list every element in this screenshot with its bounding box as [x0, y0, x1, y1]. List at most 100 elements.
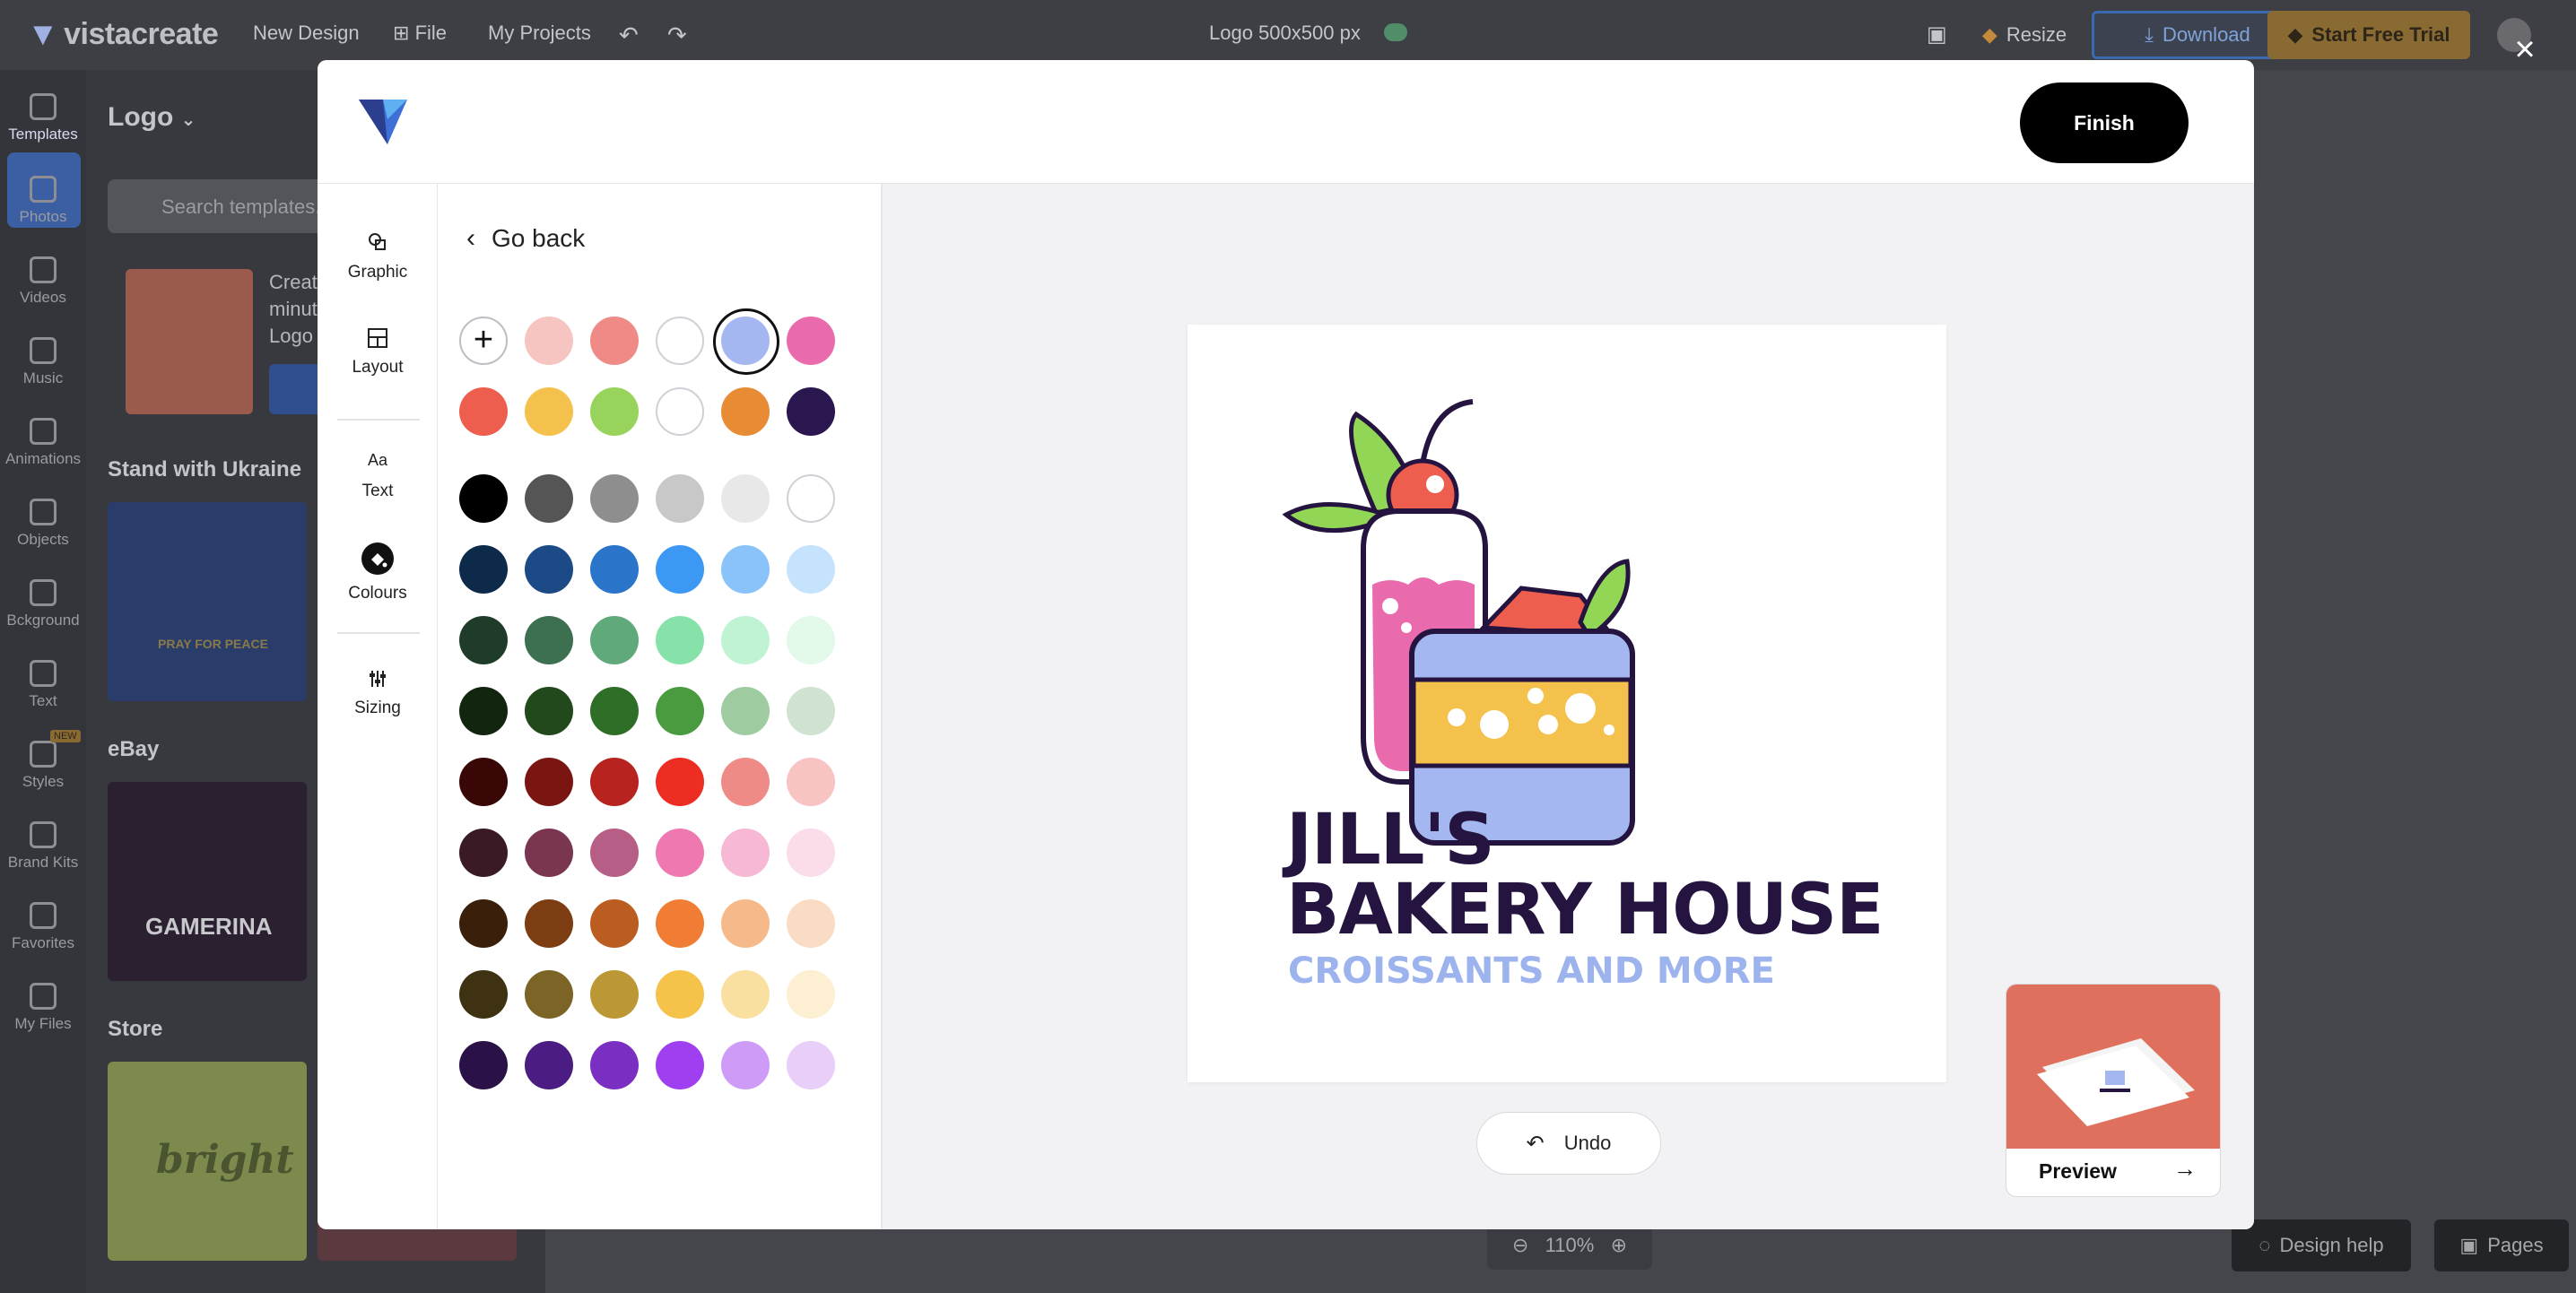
palette-swatch[interactable]	[590, 387, 639, 436]
colour-swatch[interactable]	[590, 758, 639, 806]
colour-swatch[interactable]	[525, 899, 573, 948]
go-back-button[interactable]: ‹ Go back	[466, 223, 585, 254]
rail-background[interactable]: Bckground	[0, 579, 86, 629]
colour-swatch[interactable]	[656, 474, 704, 523]
colour-swatch[interactable]	[787, 687, 835, 735]
rail-objects[interactable]: Objects	[0, 499, 86, 549]
colour-swatch[interactable]	[459, 829, 508, 877]
colour-swatch[interactable]	[525, 1041, 573, 1089]
colour-swatch[interactable]	[656, 616, 704, 664]
rail-templates[interactable]: Templates	[0, 93, 86, 143]
colour-swatch[interactable]	[525, 829, 573, 877]
colour-swatch[interactable]	[459, 970, 508, 1019]
menu-file[interactable]: ⊞ File	[393, 22, 447, 45]
redo-arrow-icon[interactable]: ↷	[667, 22, 687, 49]
rail-text[interactable]: Text	[0, 660, 86, 710]
close-icon[interactable]: ×	[2510, 31, 2540, 67]
colour-swatch[interactable]	[721, 829, 770, 877]
rail-brand-kits[interactable]: Brand Kits	[0, 821, 86, 872]
colour-swatch[interactable]	[721, 1041, 770, 1089]
zoom-in-icon[interactable]: ⊕	[1611, 1234, 1627, 1256]
tool-sizing[interactable]: Sizing	[318, 668, 438, 718]
colour-swatch[interactable]	[459, 899, 508, 948]
palette-swatch[interactable]	[721, 387, 770, 436]
colour-swatch[interactable]	[459, 758, 508, 806]
resize-button[interactable]: ◆ Resize	[1976, 11, 2073, 59]
palette-swatch[interactable]	[787, 387, 835, 436]
colour-swatch[interactable]	[459, 616, 508, 664]
add-colour-plus-icon[interactable]: +	[459, 317, 508, 365]
rail-my-files[interactable]: My Files	[0, 983, 86, 1033]
colour-swatch[interactable]	[787, 545, 835, 594]
colour-swatch[interactable]	[656, 1041, 704, 1089]
undo-button[interactable]: ↶ Undo	[1476, 1112, 1661, 1175]
colour-swatch[interactable]	[459, 545, 508, 594]
colour-swatch[interactable]	[787, 1041, 835, 1089]
colour-swatch[interactable]	[525, 545, 573, 594]
menu-my-projects[interactable]: My Projects	[488, 22, 591, 45]
tool-text[interactable]: Aa Text	[318, 451, 438, 501]
colour-swatch[interactable]	[459, 1041, 508, 1089]
tool-layout[interactable]: Layout	[318, 327, 438, 377]
colour-swatch[interactable]	[721, 616, 770, 664]
menu-new-design[interactable]: New Design	[253, 22, 360, 45]
colour-swatch[interactable]	[787, 758, 835, 806]
colour-swatch[interactable]	[721, 545, 770, 594]
zoom-out-icon[interactable]: ⊖	[1512, 1234, 1528, 1256]
template-thumbnail[interactable]: PRAY FOR PEACE	[108, 502, 307, 701]
palette-swatch[interactable]	[525, 317, 573, 365]
colour-swatch[interactable]	[590, 687, 639, 735]
colour-swatch[interactable]	[656, 687, 704, 735]
document-title[interactable]: Logo 500x500 px	[1209, 22, 1361, 45]
colour-swatch[interactable]	[656, 899, 704, 948]
colour-swatch[interactable]	[787, 616, 835, 664]
mockup-preview-card[interactable]: Preview →	[2006, 984, 2221, 1197]
palette-swatch[interactable]	[525, 387, 573, 436]
colour-swatch[interactable]	[721, 474, 770, 523]
colour-swatch[interactable]	[721, 970, 770, 1019]
finish-button[interactable]: Finish	[2020, 82, 2189, 163]
logo-artboard[interactable]: JILL'S BAKERY HOUSE CROISSANTS AND MORE	[1188, 325, 1946, 1082]
tool-colours[interactable]: Colours	[318, 542, 438, 603]
vistacreate-logo[interactable]: ▼ vistacreate	[27, 15, 219, 52]
colour-swatch[interactable]	[721, 899, 770, 948]
pages-button[interactable]: ▣ Pages	[2434, 1219, 2569, 1271]
colour-swatch[interactable]	[590, 474, 639, 523]
colour-swatch[interactable]	[590, 1041, 639, 1089]
side-panel-title[interactable]: Logo ⌄	[108, 102, 196, 133]
colour-swatch[interactable]	[459, 687, 508, 735]
colour-swatch[interactable]	[787, 474, 835, 523]
palette-swatch[interactable]	[590, 317, 639, 365]
palette-swatch[interactable]	[713, 308, 779, 375]
colour-swatch[interactable]	[721, 687, 770, 735]
palette-swatch[interactable]	[459, 387, 508, 436]
rail-photos[interactable]: Photos	[0, 176, 86, 226]
rail-animations[interactable]: Animations	[0, 418, 86, 468]
palette-swatch[interactable]	[656, 317, 704, 365]
colour-swatch[interactable]	[525, 970, 573, 1019]
design-help-button[interactable]: ◌ Design help	[2232, 1219, 2411, 1271]
colour-swatch[interactable]	[590, 899, 639, 948]
colour-swatch[interactable]	[590, 970, 639, 1019]
colour-swatch[interactable]	[590, 545, 639, 594]
colour-swatch[interactable]	[525, 474, 573, 523]
undo-arrow-icon[interactable]: ↶	[619, 22, 639, 49]
template-thumbnail[interactable]: bright	[108, 1062, 307, 1261]
rail-music[interactable]: Music	[0, 337, 86, 387]
colour-swatch[interactable]	[590, 829, 639, 877]
colour-swatch[interactable]	[721, 758, 770, 806]
colour-swatch[interactable]	[656, 829, 704, 877]
colour-swatch[interactable]	[590, 616, 639, 664]
template-thumbnail[interactable]: GAMERINA	[108, 782, 307, 981]
colour-swatch[interactable]	[459, 474, 508, 523]
colour-swatch[interactable]	[787, 970, 835, 1019]
rail-styles[interactable]: Styles NEW	[0, 730, 86, 791]
colour-swatch[interactable]	[656, 758, 704, 806]
palette-swatch[interactable]	[656, 387, 704, 436]
colour-swatch[interactable]	[525, 687, 573, 735]
tool-graphic[interactable]: Graphic	[318, 230, 438, 282]
promo-thumbnail[interactable]	[126, 269, 253, 414]
rail-favorites[interactable]: Favorites	[0, 902, 86, 952]
palette-swatch[interactable]	[787, 317, 835, 365]
rail-videos[interactable]: Videos	[0, 256, 86, 307]
